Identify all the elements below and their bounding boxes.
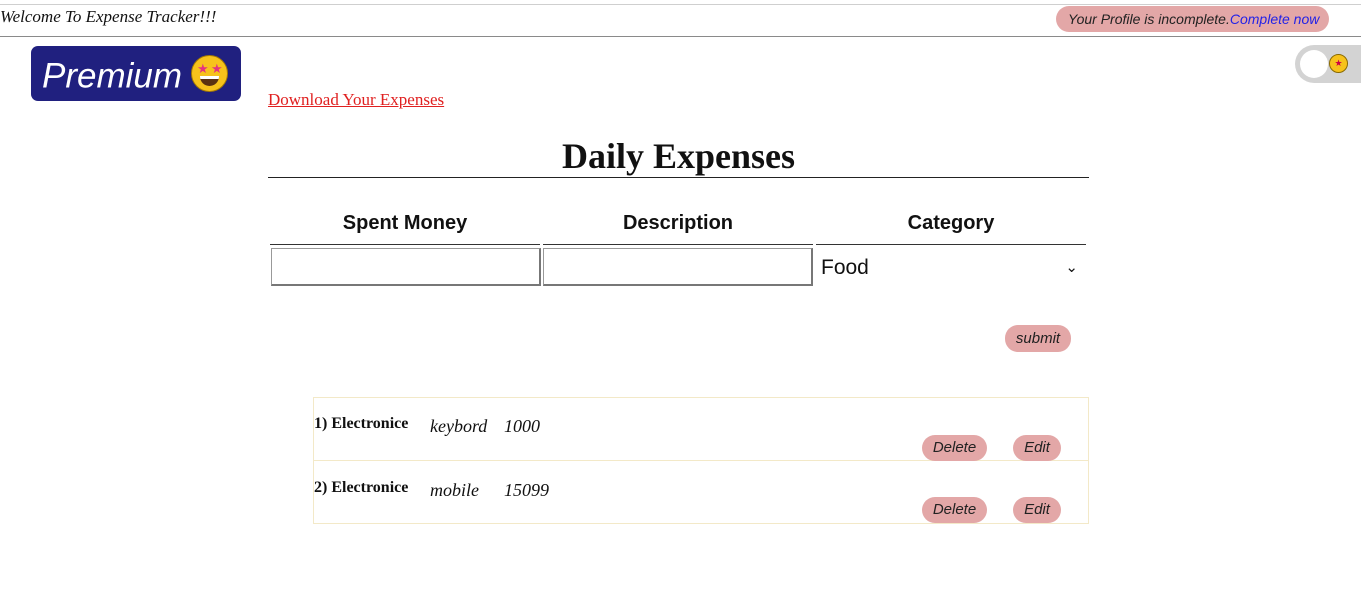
header-divider	[543, 244, 813, 245]
description-header: Description	[622, 212, 734, 234]
top-bar: Welcome To Expense Tracker!!! Your Profi…	[0, 4, 1361, 37]
toggle-knob	[1300, 50, 1328, 78]
theme-toggle[interactable]: ★	[1295, 45, 1361, 83]
profile-incomplete-banner: Your Profile is incomplete.Complete now	[1056, 6, 1330, 32]
spent-money-input[interactable]	[271, 248, 541, 286]
delete-button[interactable]: Delete	[922, 435, 987, 461]
category-select[interactable]: Food ⌄	[816, 250, 1086, 286]
premium-button[interactable]: Premium ★ ★	[31, 46, 241, 101]
expense-amount: 15099	[504, 480, 549, 500]
expense-description: mobile	[430, 480, 479, 500]
submit-button[interactable]: submit	[1005, 325, 1071, 352]
premium-label: Premium	[42, 56, 183, 96]
expense-row: 2) Electronice mobile 15099 Delete Edit	[313, 461, 1089, 524]
expense-list: 1) Electronice keybord 1000 Delete Edit …	[313, 397, 1089, 524]
page-title: Daily Expenses	[561, 136, 796, 176]
expense-row: 1) Electronice keybord 1000 Delete Edit	[313, 397, 1089, 461]
edit-button[interactable]: Edit	[1013, 497, 1061, 523]
category-selected-value: Food	[821, 256, 869, 279]
header-divider	[270, 244, 540, 245]
expense-index-category: 2) Electronice	[314, 479, 409, 496]
header-divider	[816, 244, 1086, 245]
description-input[interactable]	[543, 248, 813, 286]
sun-icon: ★	[1329, 54, 1348, 73]
category-header: Category	[907, 212, 995, 234]
profile-incomplete-text: Your Profile is incomplete.	[1068, 11, 1230, 27]
edit-button[interactable]: Edit	[1013, 435, 1061, 461]
chevron-down-icon: ⌄	[1065, 259, 1078, 276]
expense-index-category: 1) Electronice	[314, 415, 409, 432]
expense-description: keybord	[430, 416, 488, 436]
spent-money-header: Spent Money	[342, 212, 468, 234]
title-divider	[268, 177, 1089, 178]
delete-button[interactable]: Delete	[922, 497, 987, 523]
expense-amount: 1000	[504, 416, 540, 436]
welcome-text: Welcome To Expense Tracker!!!	[0, 7, 217, 26]
star-struck-emoji-icon: ★ ★	[191, 55, 228, 92]
complete-now-link[interactable]: Complete now	[1230, 11, 1320, 27]
download-expenses-link[interactable]: Download Your Expenses	[268, 90, 444, 110]
